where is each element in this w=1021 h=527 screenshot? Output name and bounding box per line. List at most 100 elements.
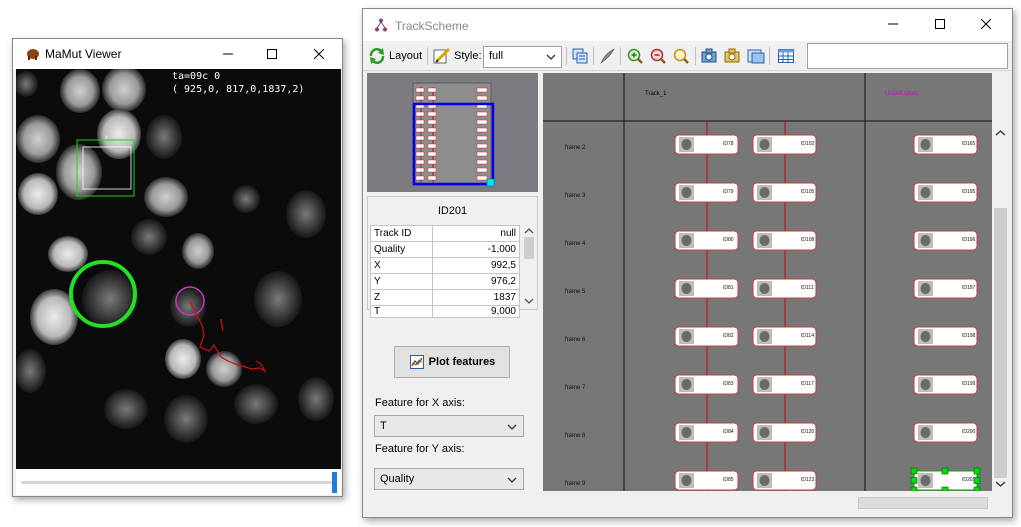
table-icon[interactable]	[777, 47, 795, 65]
table-row[interactable]: Z 1837	[370, 289, 520, 306]
spot-node[interactable]: ID108	[752, 230, 817, 251]
spot-node[interactable]: ID84	[674, 422, 739, 443]
minimap-spot	[427, 119, 437, 125]
scheme-row: frame 8 ID84 ID120 ID200	[565, 422, 978, 443]
time-slider-thumb[interactable]	[332, 472, 337, 493]
style-button[interactable]: Style:	[431, 45, 484, 67]
minimap-spot	[427, 143, 437, 149]
feature-name: Track ID	[370, 225, 433, 242]
zoom-fit-icon[interactable]	[672, 47, 690, 65]
ts-maximize-button[interactable]	[917, 9, 963, 39]
table-row[interactable]: X 992,5	[370, 257, 520, 274]
spot-thumbnail-cell	[681, 427, 692, 438]
minimap-spot	[415, 151, 425, 157]
minimap-spot	[415, 159, 425, 165]
minimap-spot	[476, 87, 488, 93]
selection-handle[interactable]	[941, 467, 949, 475]
trackscheme-titlebar[interactable]: TrackScheme	[363, 9, 1012, 41]
scheme-vertical-scrollbar-thumb[interactable]	[994, 208, 1007, 478]
refresh-icon	[369, 48, 385, 64]
y-axis-feature-select[interactable]: Quality	[374, 468, 524, 490]
spot-node[interactable]: ID120	[752, 422, 817, 443]
spot-node[interactable]: ID197	[913, 278, 978, 299]
zoom-out-icon[interactable]	[649, 47, 667, 65]
feature-table[interactable]: Track ID null Quality -1,000 X 992,5 Y 976,2…	[370, 225, 520, 318]
scheme-row: frame 5 ID81 ID111 ID197	[565, 278, 978, 299]
selection-handle[interactable]	[910, 477, 918, 484]
time-slider[interactable]	[16, 469, 341, 495]
spot-label: ID79	[723, 189, 734, 195]
ts-close-button[interactable]	[963, 9, 1009, 39]
scheme-vertical-scrollbar[interactable]	[992, 73, 1009, 491]
selection-handle[interactable]	[910, 467, 918, 475]
spot-thumbnail-cell	[920, 427, 931, 438]
scheme-horizontal-scrollbar-thumb[interactable]	[858, 497, 988, 509]
export-icon[interactable]	[747, 47, 765, 65]
capture-decorated-icon[interactable]	[724, 47, 742, 65]
spot-node[interactable]: ID200	[913, 422, 978, 443]
spot-node[interactable]: ID81	[674, 278, 739, 299]
info-scrollbar[interactable]	[521, 225, 537, 307]
spot-node[interactable]: ID199	[913, 374, 978, 395]
y-axis-feature-value: Quality	[380, 473, 415, 485]
minimap-spot	[427, 159, 437, 165]
zoom-in-icon[interactable]	[626, 47, 644, 65]
scheme-horizontal-scrollbar[interactable]	[543, 491, 1009, 515]
viewer-title: MaMut Viewer	[45, 47, 122, 61]
minimap-spot	[476, 135, 488, 141]
track-scheme-graph[interactable]: Track_1 Unlaid spots frame 2 ID78 ID102 ID1…	[543, 73, 992, 491]
outline-minimap[interactable]	[367, 73, 538, 192]
selection-handle[interactable]	[973, 477, 981, 484]
spot-label: ID165	[962, 141, 976, 147]
minimize-icon	[223, 53, 233, 55]
spot-node[interactable]: ID111	[752, 278, 817, 299]
feature-name: X	[370, 257, 433, 274]
spot-node[interactable]: ID82	[674, 326, 739, 347]
image-viewport[interactable]: x ta=09c 0 ( 925,0, 817,0,1837,2)	[16, 69, 341, 469]
spot-node[interactable]: ID102	[752, 134, 817, 155]
display-decoration-icon[interactable]	[571, 47, 589, 65]
toolbar-separator	[769, 47, 770, 65]
spot-node[interactable]: ID165	[913, 134, 978, 155]
maximize-button[interactable]	[249, 39, 295, 69]
scrollbar-arrows	[524, 228, 534, 304]
track-scheme-canvas: Track_1 Unlaid spots frame 2 ID78 ID102 ID1…	[543, 73, 992, 491]
selection-handle[interactable]	[973, 467, 981, 475]
spot-node[interactable]: ID123	[752, 470, 817, 491]
search-input[interactable]	[807, 43, 1008, 69]
toolbar-separator	[620, 47, 621, 65]
table-row[interactable]: Quality -1,000	[370, 241, 520, 258]
feature-value: null	[432, 225, 520, 242]
close-button[interactable]	[296, 39, 342, 69]
ts-minimize-button[interactable]	[870, 9, 916, 39]
spot-node[interactable]: ID79	[674, 182, 739, 203]
chevron-down-icon	[507, 477, 517, 483]
spot-node[interactable]: ID198	[913, 326, 978, 347]
table-row[interactable]: Y 976,2	[370, 273, 520, 290]
link-feather-icon[interactable]	[598, 47, 616, 65]
spot-node[interactable]: ID196	[913, 230, 978, 251]
plot-features-button[interactable]: Plot features	[394, 346, 510, 378]
x-axis-feature-select[interactable]: T	[374, 415, 524, 437]
spot-node[interactable]: ID105	[752, 182, 817, 203]
spot-node[interactable]: ID78	[674, 134, 739, 155]
style-select-value: full	[489, 50, 504, 62]
spot-node[interactable]: ID117	[752, 374, 817, 395]
feature-value: 976,2	[432, 273, 520, 290]
table-row[interactable]: T 9,000	[370, 305, 520, 318]
spot-label: ID114	[801, 333, 814, 339]
viewer-titlebar[interactable]: MaMut Viewer	[13, 39, 342, 69]
style-select[interactable]: full	[483, 46, 562, 68]
table-row[interactable]: Track ID null	[370, 225, 520, 242]
spot-node[interactable]: ID85	[674, 470, 739, 491]
spot-node[interactable]: ID83	[674, 374, 739, 395]
spot-node[interactable]: ID80	[674, 230, 739, 251]
spot-node[interactable]: ID201	[910, 467, 981, 491]
capture-undecorated-icon[interactable]	[701, 47, 719, 65]
layout-button[interactable]: Layout	[366, 45, 424, 67]
spot-node[interactable]: ID195	[913, 182, 978, 203]
minimap-spot	[427, 127, 437, 133]
spot-label: ID200	[962, 429, 976, 435]
spot-node[interactable]: ID114	[752, 326, 817, 347]
minimize-button[interactable]	[205, 39, 251, 69]
